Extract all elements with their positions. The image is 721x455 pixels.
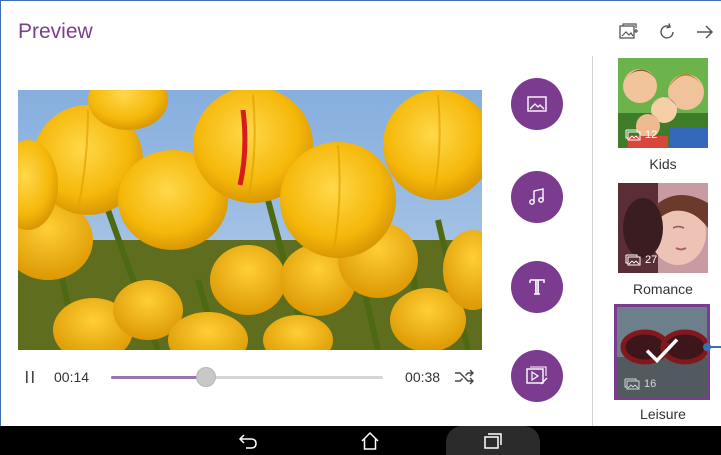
photo-stack-icon (625, 254, 641, 266)
callout-dot (703, 343, 711, 351)
back-button[interactable] (236, 430, 260, 452)
seek-bar[interactable] (111, 367, 384, 387)
photo-count-value: 12 (645, 129, 658, 141)
seek-handle[interactable] (196, 367, 217, 387)
theme-label: Leisure (640, 406, 686, 422)
video-effect-tool-button[interactable] (511, 350, 563, 402)
refresh-icon[interactable] (655, 20, 679, 44)
image-tool-button[interactable] (511, 78, 563, 130)
seek-progress (111, 376, 207, 379)
home-button[interactable] (358, 430, 382, 452)
text-icon (529, 279, 545, 295)
top-actions (617, 20, 717, 44)
theme-item-leisure[interactable]: 16 Leisure (614, 304, 710, 422)
check-icon (645, 338, 679, 364)
theme-thumbnail: 27 (618, 183, 708, 273)
pause-icon (26, 371, 34, 383)
shuffle-button[interactable] (452, 365, 478, 389)
back-icon (238, 434, 257, 449)
photo-count-value: 27 (645, 254, 658, 266)
panel-divider (592, 56, 593, 426)
theme-label: Romance (633, 281, 693, 297)
photo-count-value: 16 (644, 378, 657, 390)
gallery-add-icon[interactable] (617, 20, 641, 44)
image-icon (527, 96, 547, 112)
photo-stack-icon (624, 378, 640, 390)
photo-count: 27 (625, 254, 657, 266)
music-tool-button[interactable] (511, 171, 563, 223)
photo-stack-icon (625, 129, 641, 141)
theme-thumbnail: 16 (614, 304, 710, 400)
theme-label: Kids (649, 156, 677, 172)
recents-icon (484, 433, 502, 449)
pause-button[interactable] (18, 365, 42, 389)
photo-count: 16 (624, 378, 656, 390)
page-title: Preview (18, 20, 93, 43)
text-tool-button[interactable] (511, 261, 563, 313)
duration-time: 00:38 (405, 369, 441, 385)
arrow-right-icon[interactable] (693, 20, 717, 44)
video-preview[interactable] (18, 90, 482, 350)
system-navbar (0, 426, 721, 455)
current-time: 00:14 (54, 369, 90, 385)
recents-button[interactable] (481, 430, 505, 452)
photo-count: 12 (625, 129, 657, 141)
music-icon (529, 188, 544, 205)
tulip-photo (18, 90, 482, 350)
shuffle-icon (455, 369, 475, 385)
home-icon (361, 431, 379, 450)
theme-thumbnail: 12 (618, 58, 708, 148)
theme-item-romance[interactable]: 27 Romance (614, 183, 710, 297)
theme-item-kids[interactable]: 12 Kids (614, 58, 710, 172)
video-effect-icon (526, 366, 548, 385)
player-controls: 00:14 00:38 (18, 362, 484, 392)
